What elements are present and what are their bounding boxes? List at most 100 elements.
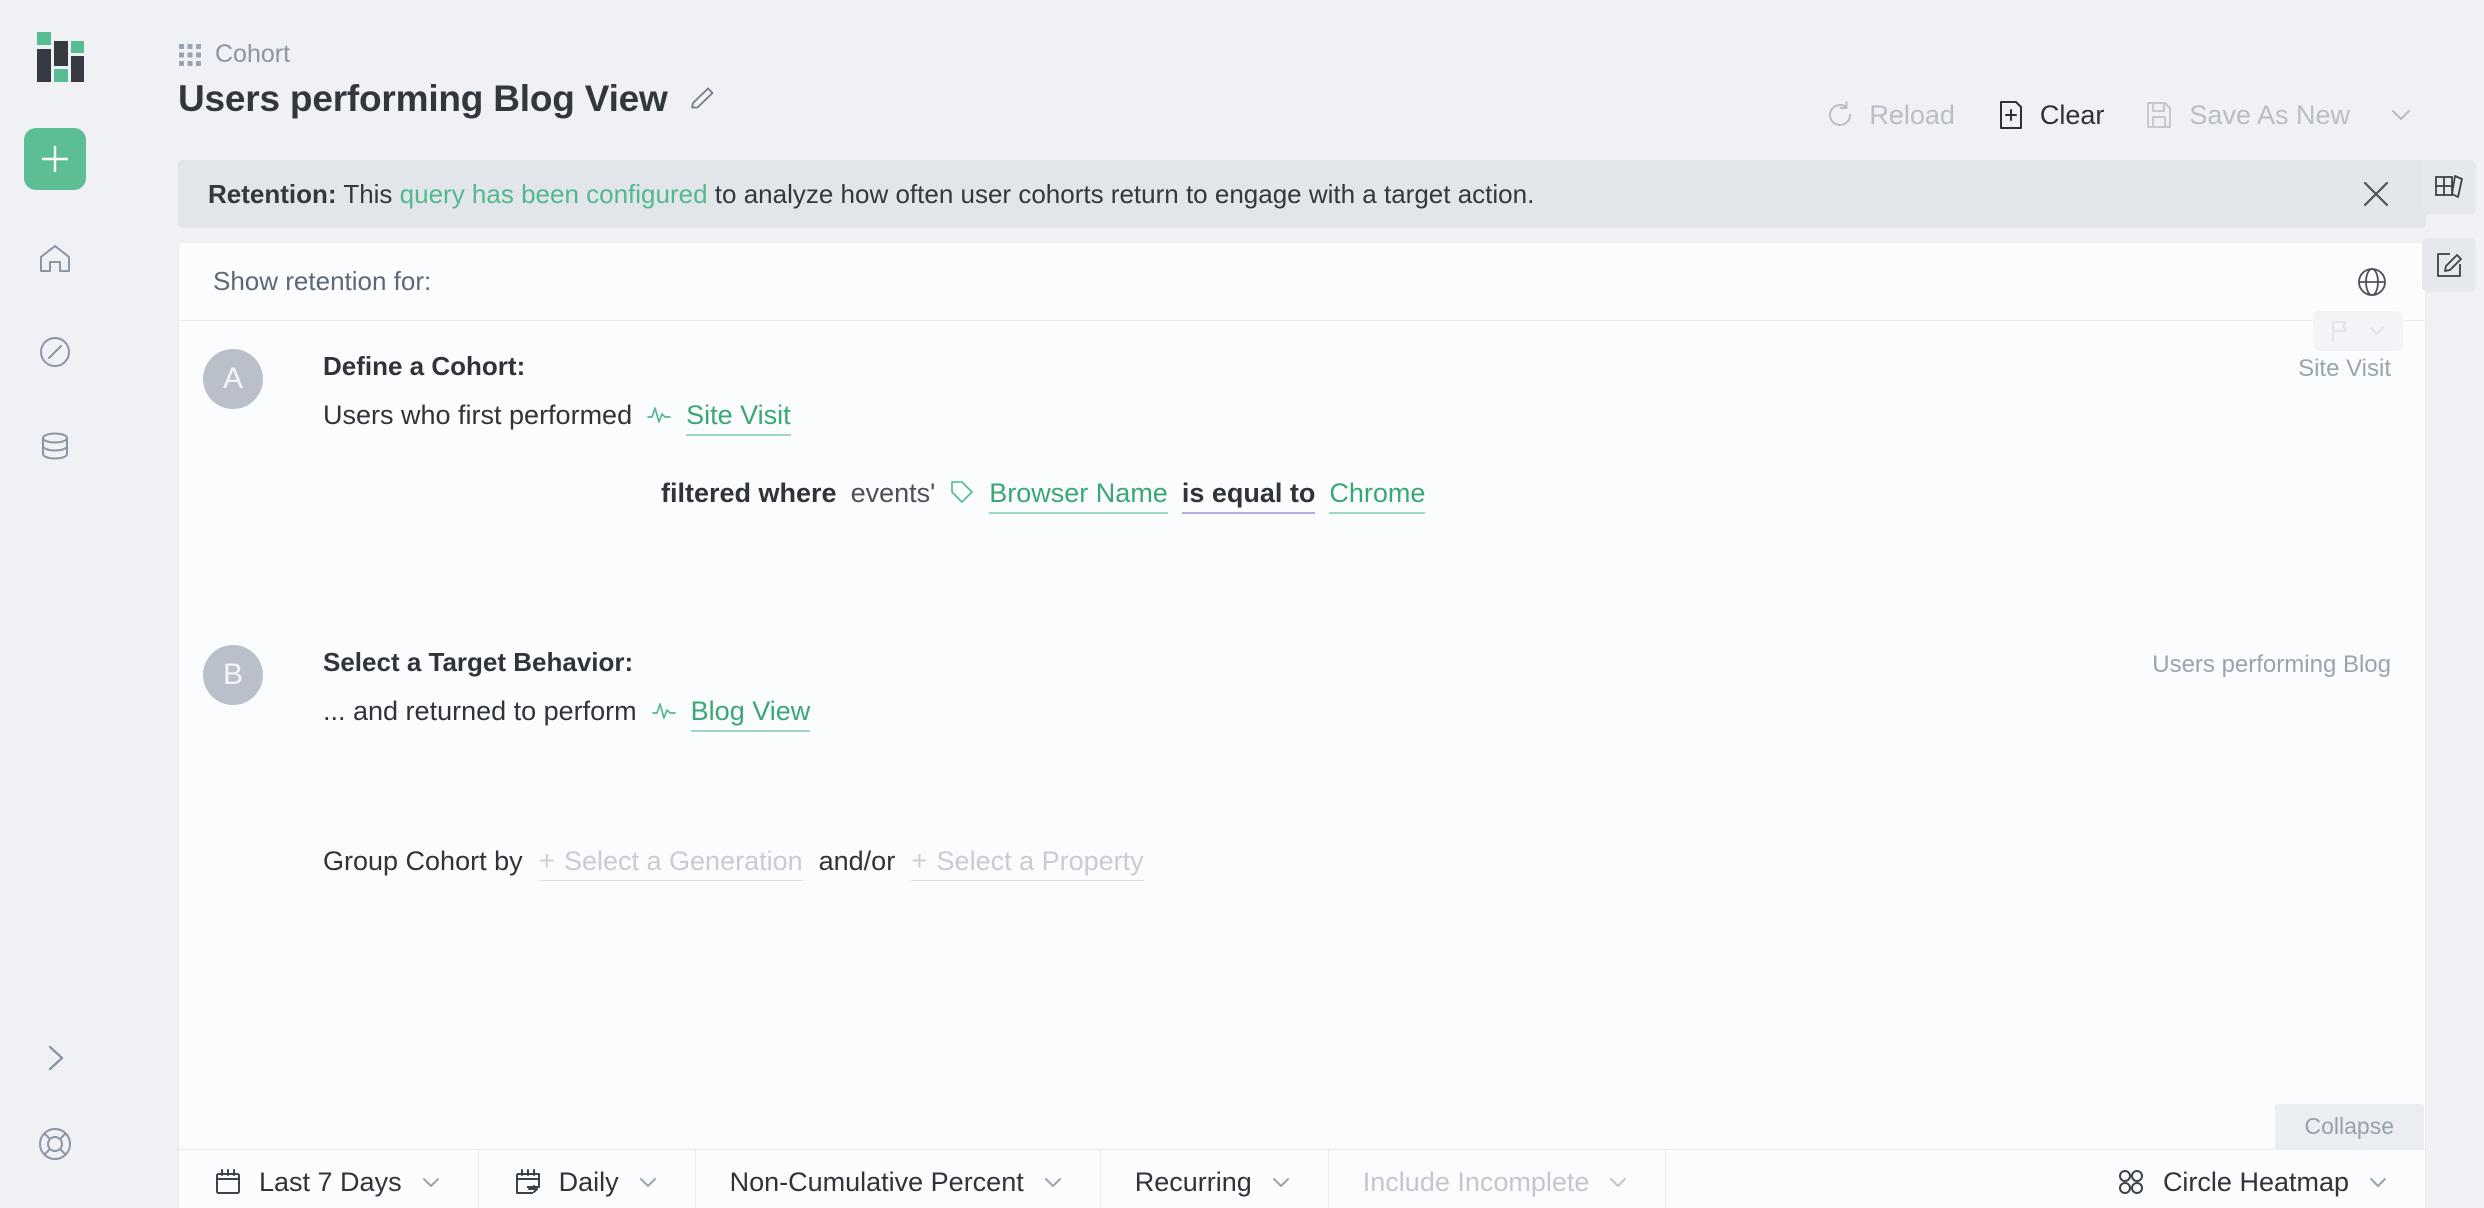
page-header: Cohort Users performing Blog View Reload	[110, 0, 2484, 148]
save-options-caret[interactable]	[2370, 94, 2426, 136]
save-as-new-button[interactable]: Save As New	[2124, 93, 2370, 137]
circles-icon	[2118, 1170, 2143, 1194]
sidebar-expand-button[interactable]	[29, 1032, 81, 1084]
group-cohort-label: Group Cohort by	[323, 846, 523, 876]
measure-select[interactable]: Non-Cumulative Percent	[696, 1150, 1101, 1208]
sidebar-item-data[interactable]	[29, 420, 81, 472]
filter-where-label: filtered where	[661, 478, 837, 508]
breadcrumb-label: Cohort	[215, 40, 291, 68]
grid-icon	[179, 43, 201, 66]
calendar-arrow-icon	[515, 1169, 540, 1194]
left-sidebar	[0, 0, 110, 1208]
reload-button[interactable]: Reload	[1804, 93, 1975, 137]
event-wave-icon	[647, 407, 671, 423]
plus-sign: +	[911, 845, 928, 876]
group-conjunction: and/or	[818, 846, 896, 876]
reload-label: Reload	[1869, 99, 1955, 130]
globe-icon	[2358, 267, 2386, 296]
main-content: Cohort Users performing Blog View Reload	[110, 0, 2484, 1208]
save-as-new-label: Save As New	[2189, 99, 2350, 130]
chevron-down-icon	[2365, 1169, 2391, 1195]
header-toolbar: Reload Clear Save As New	[1804, 93, 2426, 137]
event-wave-icon	[651, 703, 676, 719]
plus-sign: +	[538, 845, 555, 876]
clear-label: Clear	[2039, 99, 2105, 130]
lifebuoy-icon	[39, 1128, 71, 1160]
banner-text: Retention: This query has been configure…	[208, 181, 1534, 207]
chevron-right-icon	[48, 1045, 64, 1071]
plus-icon	[42, 146, 68, 172]
step-a-side-label: Site Visit	[2298, 355, 2391, 382]
edit-title-icon[interactable]	[688, 84, 718, 114]
flag-filter-button[interactable]	[2313, 311, 2403, 351]
banner-link[interactable]: query has been configured	[400, 179, 708, 209]
step-a: A Site Visit Define a Cohort: Users who …	[179, 349, 2425, 645]
select-property-label: Select a Property	[936, 846, 1144, 876]
step-a-property[interactable]: Browser Name	[989, 478, 1168, 514]
retention-type-value: Recurring	[1134, 1166, 1252, 1197]
step-a-body: Define a Cohort: Users who first perform…	[323, 349, 2425, 514]
add-new-button[interactable]	[24, 128, 86, 190]
sidebar-item-home[interactable]	[29, 232, 81, 284]
save-icon	[2147, 102, 2172, 128]
select-property-button[interactable]: + Select a Property	[911, 845, 1144, 881]
segment-globe-button[interactable]	[2355, 265, 2389, 299]
compass-icon	[40, 337, 70, 367]
app-logo[interactable]	[29, 32, 84, 82]
select-generation-button[interactable]: + Select a Generation	[538, 845, 803, 881]
step-b-badge: B	[203, 645, 263, 705]
step-b: B Users performing Blog Select a Target …	[179, 645, 2425, 845]
retention-type-select[interactable]: Recurring	[1101, 1150, 1329, 1208]
select-generation-label: Select a Generation	[563, 846, 803, 876]
step-b-event[interactable]: Blog View	[690, 696, 811, 732]
chevron-down-icon	[418, 1169, 444, 1195]
collapse-button[interactable]: Collapse	[2274, 1104, 2424, 1149]
step-b-clause-prefix: ... and returned to perform	[323, 696, 637, 726]
show-retention-row: Show retention for:	[179, 243, 2425, 321]
step-b-body: Select a Target Behavior: ... and return…	[323, 645, 2425, 732]
step-a-event[interactable]: Site Visit	[686, 400, 791, 436]
app-root: Cohort Users performing Blog View Reload	[0, 0, 2484, 1208]
chevron-down-icon	[2370, 327, 2384, 335]
step-a-clause-prefix: Users who first performed	[323, 400, 633, 430]
banner-text-after: to analyze how often user cohorts return…	[714, 179, 1535, 209]
step-a-value[interactable]: Chrome	[1329, 478, 1426, 514]
step-a-heading: Define a Cohort:	[323, 351, 526, 381]
breadcrumb[interactable]: Cohort	[178, 40, 290, 69]
edit-square-icon	[2437, 253, 2462, 277]
clear-file-icon	[1999, 101, 2022, 129]
query-builder-card: Show retention for: A Site Visit Define …	[178, 243, 2426, 1208]
date-range-value: Last 7 Days	[259, 1166, 402, 1197]
banner-text-before: This	[343, 179, 393, 209]
step-a-clause: Users who first performed Site Visit	[323, 398, 2425, 436]
chevron-down-icon	[635, 1169, 661, 1195]
collapse-wrap: Collapse	[179, 1103, 2425, 1149]
banner-close-button[interactable]	[2360, 178, 2392, 210]
step-a-badge: A	[203, 349, 263, 409]
date-range-select[interactable]: Last 7 Days	[179, 1150, 479, 1208]
home-icon	[40, 245, 70, 272]
clear-button[interactable]: Clear	[1975, 93, 2125, 137]
title-row: Users performing Blog View	[178, 78, 718, 120]
interval-select[interactable]: Daily	[479, 1150, 696, 1208]
step-b-heading: Select a Target Behavior:	[323, 647, 634, 677]
chevron-down-icon	[2392, 110, 2410, 120]
flag-icon	[2332, 321, 2347, 341]
chevron-down-icon	[1268, 1169, 1294, 1195]
chevron-down-icon	[1040, 1169, 1066, 1195]
calendar-icon	[216, 1169, 240, 1194]
step-a-operator[interactable]: is equal to	[1181, 478, 1316, 514]
step-a-filter-clause: filtered where events' Browser Name is e…	[661, 476, 2425, 514]
banner-prefix: Retention:	[208, 179, 337, 209]
chevron-down-icon	[1605, 1169, 1631, 1195]
sidebar-item-help[interactable]	[29, 1118, 81, 1170]
include-incomplete-select[interactable]: Include Incomplete	[1329, 1150, 1667, 1208]
sidebar-item-explore[interactable]	[29, 326, 81, 378]
layout-panels-button[interactable]	[2422, 160, 2476, 214]
chart-type-select[interactable]: Circle Heatmap	[2081, 1150, 2425, 1208]
reload-icon	[1829, 101, 1852, 126]
edit-panel-button[interactable]	[2422, 238, 2476, 292]
property-tag-icon	[951, 481, 974, 503]
filter-scope-label: events'	[850, 478, 936, 508]
close-icon	[2363, 181, 2389, 207]
